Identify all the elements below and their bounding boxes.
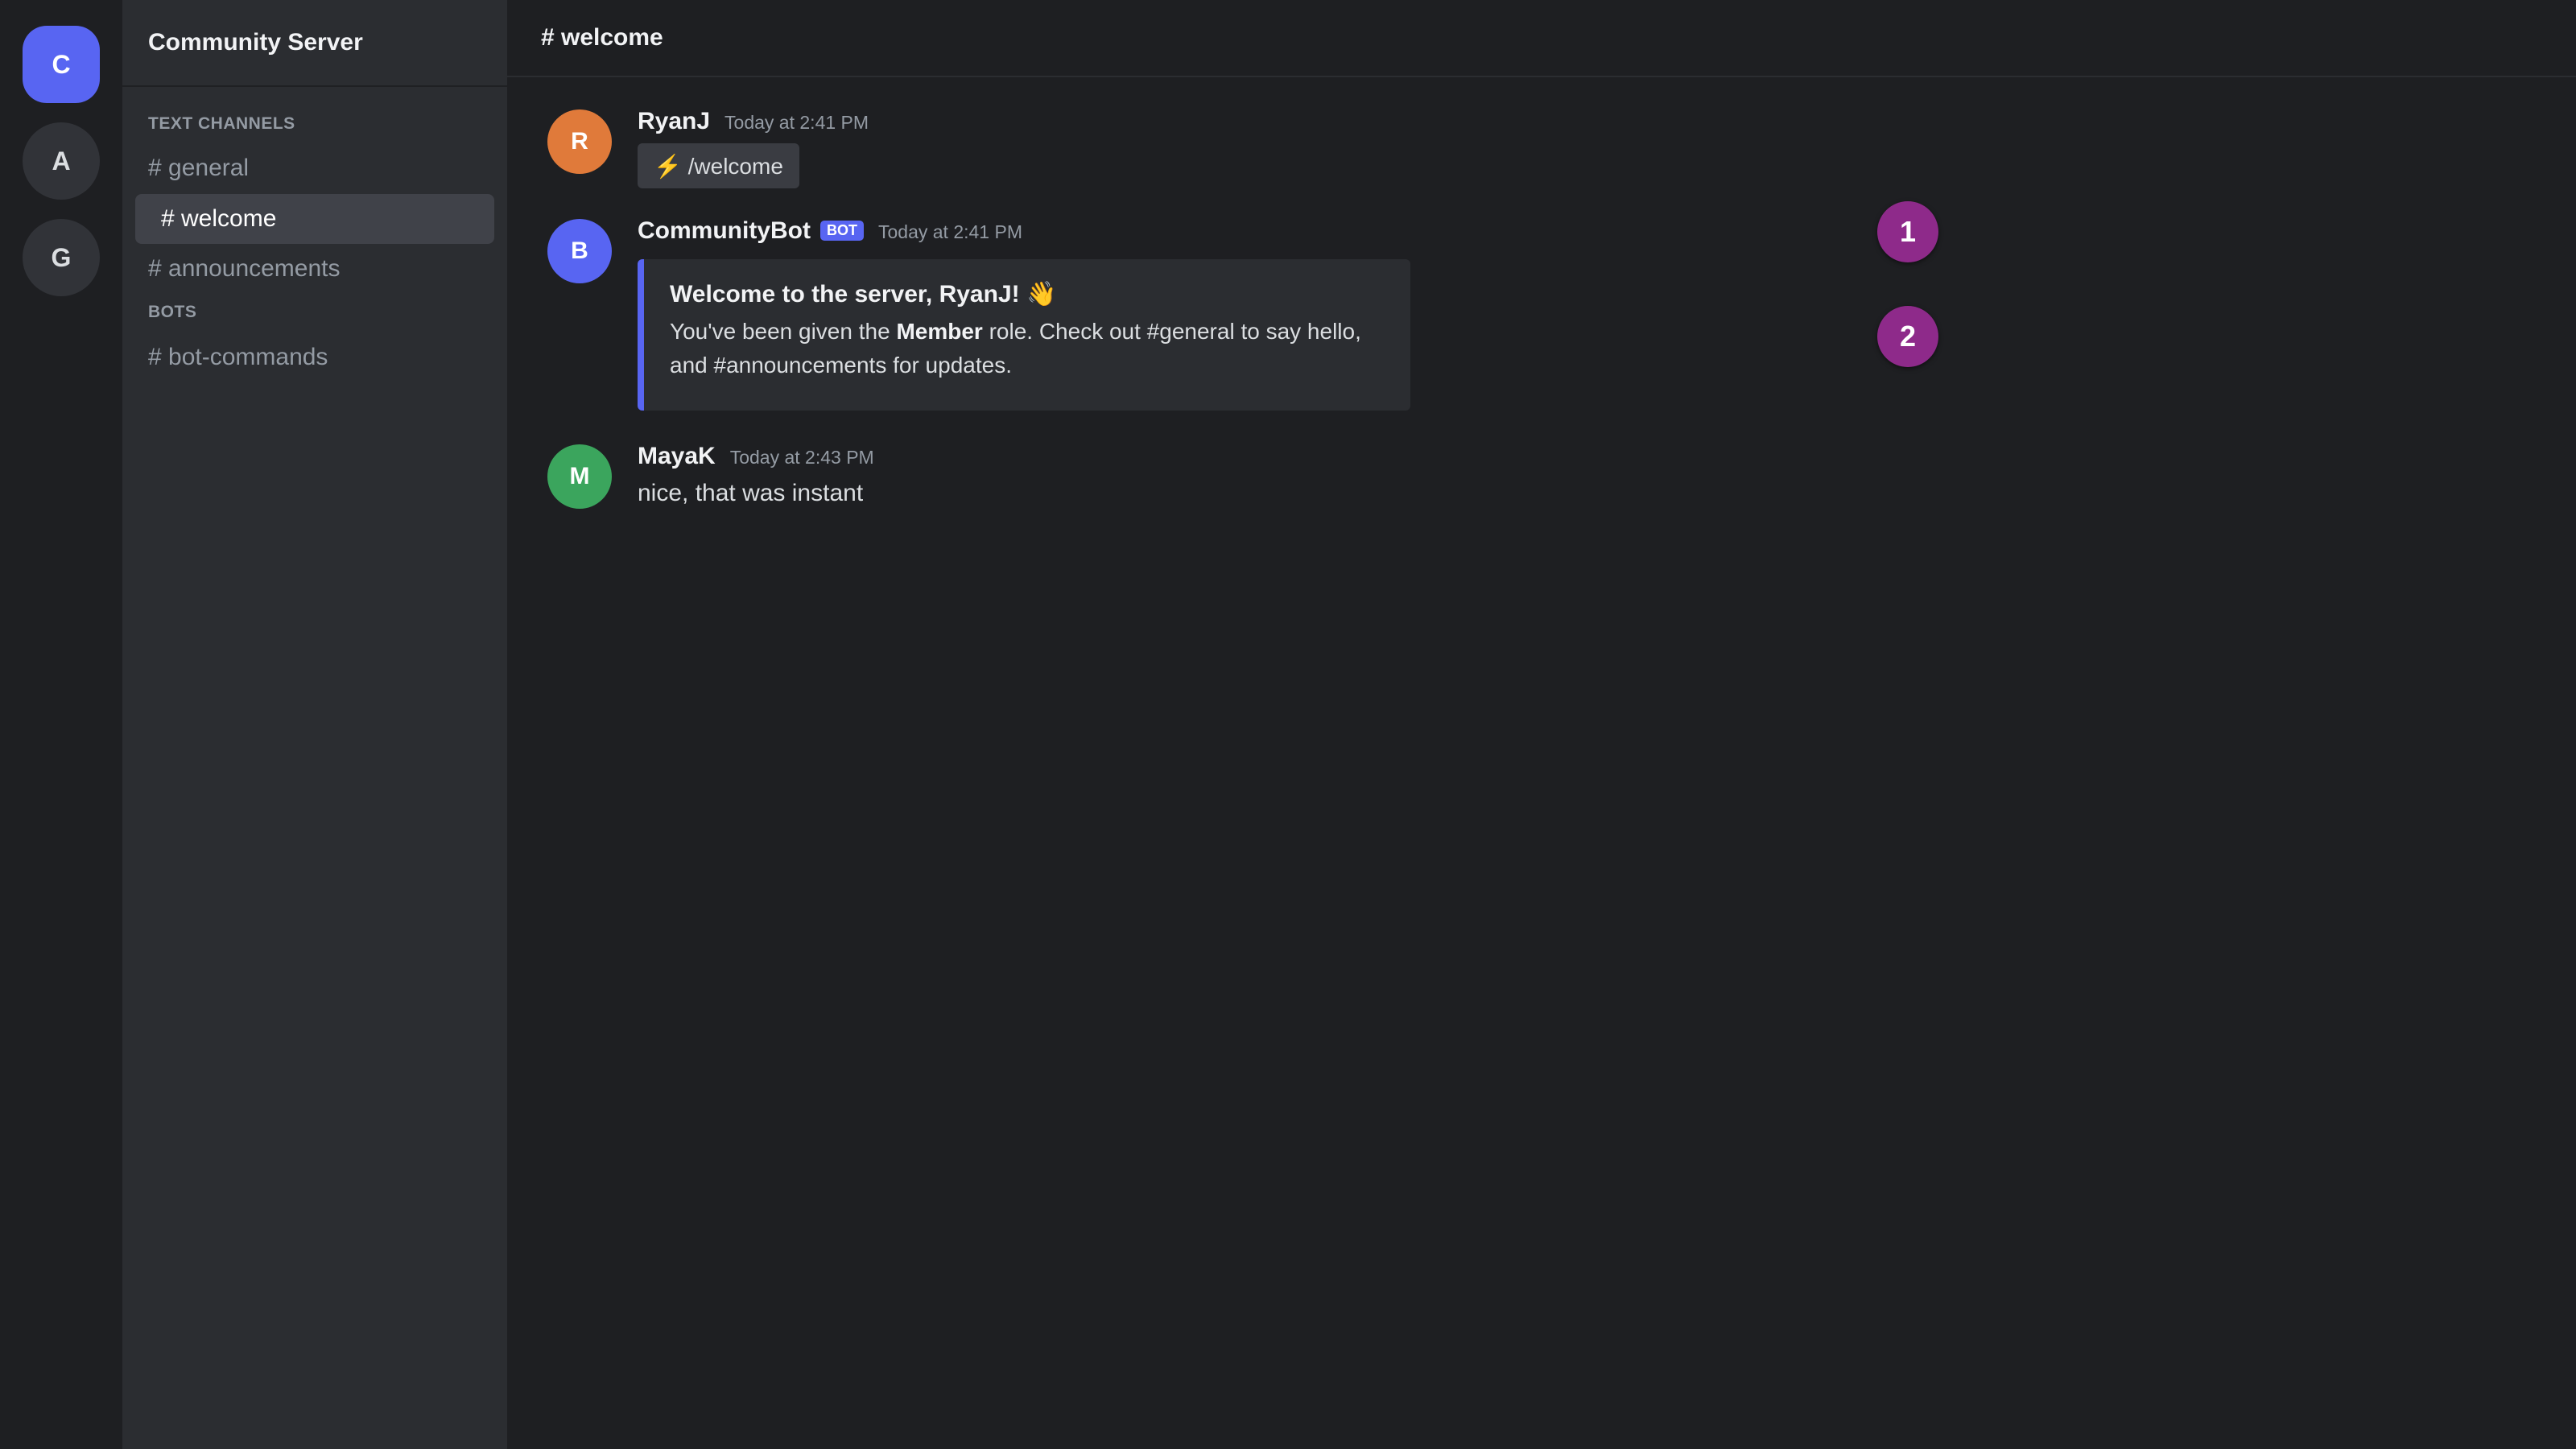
embed-role-name: Member xyxy=(896,319,983,344)
author-name[interactable]: MayaK xyxy=(638,443,716,470)
channel-title: # welcome xyxy=(507,0,2576,77)
message-timestamp: Today at 2:41 PM xyxy=(724,112,869,133)
embed-title: Welcome to the server, RyanJ! 👋 xyxy=(670,281,1057,308)
server-icon-g[interactable]: G xyxy=(23,219,100,296)
message-timestamp: Today at 2:43 PM xyxy=(729,447,874,468)
channel-bot-commands[interactable]: # bot-commands xyxy=(135,332,494,382)
server-name-header[interactable]: Community Server xyxy=(122,0,507,87)
bot-badge: BOT xyxy=(819,221,864,241)
channel-general[interactable]: # general xyxy=(135,143,494,193)
slash-command-chip[interactable]: ⚡ /welcome xyxy=(638,143,799,188)
app-window: C A G Community Server TEXT CHANNELS # g… xyxy=(0,0,2576,1449)
server-icon-a[interactable]: A xyxy=(23,122,100,200)
channel-welcome[interactable]: # welcome xyxy=(135,194,494,244)
avatar[interactable]: B xyxy=(547,219,612,283)
server-icon-community[interactable]: C xyxy=(23,26,100,103)
server-rail: C A G xyxy=(0,0,122,1449)
embed-desc-before: You've been given the xyxy=(670,319,897,344)
message-text: nice, that was instant xyxy=(638,480,864,506)
author-name[interactable]: RyanJ xyxy=(638,108,710,135)
step-marker-2: 2 xyxy=(1877,306,1938,367)
chat-area: # welcome R RyanJ Today at 2:41 PM ⚡ /we… xyxy=(507,0,2576,1449)
message-timestamp: Today at 2:41 PM xyxy=(877,221,1022,242)
embed-description: You've been given the Member role. Check… xyxy=(670,315,1385,382)
channel-announcements[interactable]: # announcements xyxy=(135,244,494,294)
message-header: CommunityBot BOT Today at 2:41 PM xyxy=(638,217,1410,250)
message-header: MayaK Today at 2:43 PM xyxy=(638,443,874,475)
message-body: RyanJ Today at 2:41 PM ⚡ /welcome xyxy=(638,108,869,188)
avatar[interactable]: R xyxy=(547,109,612,174)
avatar[interactable]: M xyxy=(547,444,612,509)
channel-sidebar: Community Server TEXT CHANNELS # general… xyxy=(122,0,507,1449)
category-bots[interactable]: BOTS xyxy=(148,303,196,322)
category-text-channels[interactable]: TEXT CHANNELS xyxy=(148,114,295,134)
message-body: MayaK Today at 2:43 PM nice, that was in… xyxy=(638,443,874,507)
step-marker-1: 1 xyxy=(1877,201,1938,262)
message-header: RyanJ Today at 2:41 PM xyxy=(638,108,869,140)
author-name[interactable]: CommunityBot xyxy=(638,217,811,245)
message-body: CommunityBot BOT Today at 2:41 PM Welcom… xyxy=(638,217,1410,411)
welcome-embed: Welcome to the server, RyanJ! 👋 You've b… xyxy=(638,259,1410,411)
